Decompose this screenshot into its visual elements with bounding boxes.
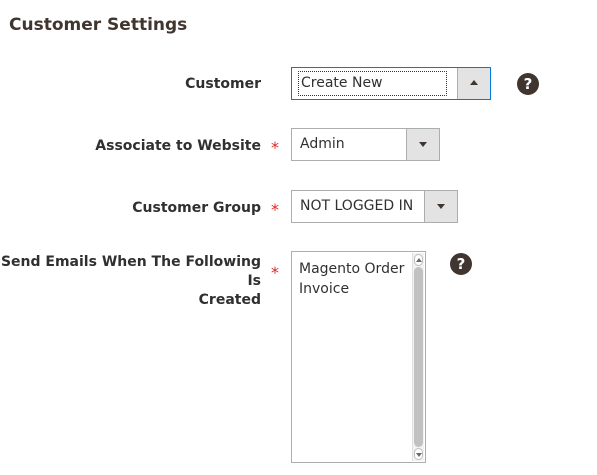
customer-select-value: Create New	[298, 71, 447, 96]
send-emails-option[interactable]: Magento Order	[299, 259, 404, 279]
customer-help-icon[interactable]: ?	[517, 73, 539, 95]
send-emails-option[interactable]: Invoice	[299, 279, 349, 299]
send-emails-multiselect[interactable]: Magento Order Invoice	[291, 251, 426, 463]
send-emails-label: Send Emails When The Following Is Create…	[0, 253, 261, 310]
scrollbar-thumb[interactable]	[414, 267, 423, 447]
website-select-value: Admin	[300, 136, 345, 152]
customer-group-required-marker: *	[271, 200, 279, 219]
scroll-up-arrow-icon	[416, 258, 422, 262]
chevron-down-icon	[437, 204, 445, 209]
section-title: Customer Settings	[9, 15, 188, 35]
customer-group-select-toggle[interactable]	[424, 191, 457, 222]
scroll-down-arrow-icon	[416, 453, 422, 457]
customer-select-toggle[interactable]	[457, 68, 490, 99]
chevron-up-icon	[470, 80, 478, 85]
send-emails-label-line1: Send Emails When The Following Is	[0, 254, 261, 289]
customer-select[interactable]: Create New	[291, 67, 491, 100]
customer-label: Customer	[185, 76, 261, 92]
send-emails-help-icon[interactable]: ?	[450, 253, 472, 275]
send-emails-scrollbar[interactable]	[412, 253, 424, 461]
website-label: Associate to Website	[95, 138, 261, 154]
website-select[interactable]: Admin	[291, 128, 440, 161]
customer-group-select[interactable]: NOT LOGGED IN	[291, 190, 458, 223]
customer-group-label: Customer Group	[132, 200, 261, 216]
send-emails-required-marker: *	[271, 263, 279, 282]
website-select-toggle[interactable]	[406, 129, 439, 160]
chevron-down-icon	[419, 142, 427, 147]
scroll-up-button[interactable]	[414, 254, 423, 266]
customer-group-select-value: NOT LOGGED IN	[300, 198, 414, 214]
send-emails-label-line2: Created	[198, 292, 261, 308]
website-required-marker: *	[271, 138, 279, 157]
scroll-down-button[interactable]	[414, 448, 423, 460]
